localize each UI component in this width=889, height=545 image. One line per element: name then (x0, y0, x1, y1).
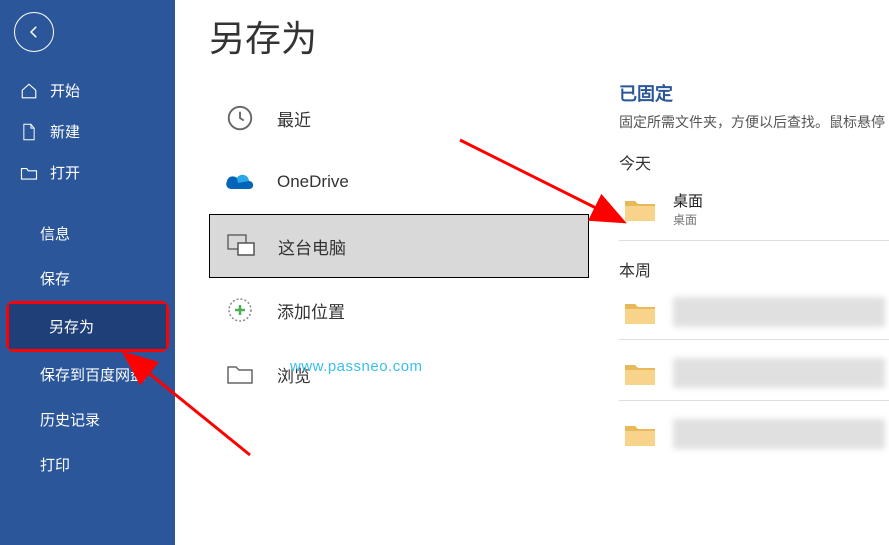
annotation-highlight: 另存为 (6, 301, 169, 352)
group-week: 本周 (619, 257, 889, 281)
sidebar-item-info[interactable]: 信息 (0, 211, 175, 256)
folder-item-blurred[interactable] (619, 289, 889, 335)
sidebar-item-label: 开始 (50, 80, 80, 101)
sidebar-item-label: 保存 (40, 268, 70, 289)
location-thispc[interactable]: 这台电脑 (209, 214, 589, 278)
sidebar-item-label: 打印 (40, 454, 70, 475)
folder-item-blurred[interactable] (619, 350, 889, 396)
folder-path: 桌面 (673, 211, 703, 228)
back-button[interactable] (14, 12, 54, 52)
location-onedrive[interactable]: OneDrive (209, 150, 589, 214)
divider (619, 339, 889, 340)
folder-icon (623, 359, 657, 387)
folder-icon (223, 357, 257, 391)
sidebar-item-save[interactable]: 保存 (0, 256, 175, 301)
folder-open-icon (20, 165, 38, 181)
blurred-text (673, 297, 885, 327)
sidebar-item-home[interactable]: 开始 (0, 70, 175, 111)
locations-column: 另存为 最近 OneDrive 这台电脑 (209, 10, 589, 545)
folder-desktop[interactable]: 桌面 桌面 (619, 182, 889, 236)
sidebar-item-label: 保存到百度网盘 (40, 364, 145, 385)
divider (619, 400, 889, 401)
file-icon (20, 123, 38, 141)
home-icon (20, 82, 38, 100)
sidebar-item-print[interactable]: 打印 (0, 442, 175, 487)
pinned-desc: 固定所需文件夹，方便以后查找。鼠标悬停 (619, 112, 889, 132)
onedrive-icon (223, 165, 257, 199)
sidebar-item-label: 信息 (40, 223, 70, 244)
blurred-text (673, 419, 885, 449)
sidebar-item-open[interactable]: 打开 (0, 152, 175, 193)
location-label: 添加位置 (277, 298, 345, 323)
location-addplace[interactable]: 添加位置 (209, 278, 589, 342)
sidebar-item-new[interactable]: 新建 (0, 111, 175, 152)
location-label: 这台电脑 (278, 234, 346, 259)
sidebar-item-label: 历史记录 (40, 409, 100, 430)
divider (619, 240, 889, 241)
blurred-text (673, 358, 885, 388)
location-label: 最近 (277, 106, 311, 131)
location-label: OneDrive (277, 172, 349, 192)
backstage-sidebar: 开始 新建 打开 信息 保存 另存为 保存到百度网盘 (0, 0, 175, 545)
this-pc-icon (224, 229, 258, 263)
location-label: 浏览 (277, 362, 311, 387)
add-location-icon (223, 293, 257, 327)
sidebar-item-label: 新建 (50, 121, 80, 142)
folders-column: 已固定 固定所需文件夹，方便以后查找。鼠标悬停 今天 桌面 桌面 本周 (589, 10, 889, 545)
location-recent[interactable]: 最近 (209, 86, 589, 150)
pinned-title: 已固定 (619, 80, 889, 106)
location-browse[interactable]: 浏览 (209, 342, 589, 406)
page-title: 另存为 (209, 10, 589, 62)
arrow-left-icon (25, 23, 43, 41)
folder-icon (623, 195, 657, 223)
folder-name: 桌面 (673, 190, 703, 211)
main-panel: 另存为 最近 OneDrive 这台电脑 (175, 0, 889, 545)
sidebar-item-baidu[interactable]: 保存到百度网盘 (0, 352, 175, 397)
sidebar-item-history[interactable]: 历史记录 (0, 397, 175, 442)
folder-icon (623, 420, 657, 448)
folder-item-blurred[interactable] (619, 411, 889, 457)
clock-icon (223, 101, 257, 135)
sidebar-item-label: 另存为 (49, 316, 94, 337)
group-today: 今天 (619, 150, 889, 174)
sidebar-item-saveas[interactable]: 另存为 (9, 304, 166, 349)
sidebar-item-label: 打开 (50, 162, 80, 183)
folder-icon (623, 298, 657, 326)
